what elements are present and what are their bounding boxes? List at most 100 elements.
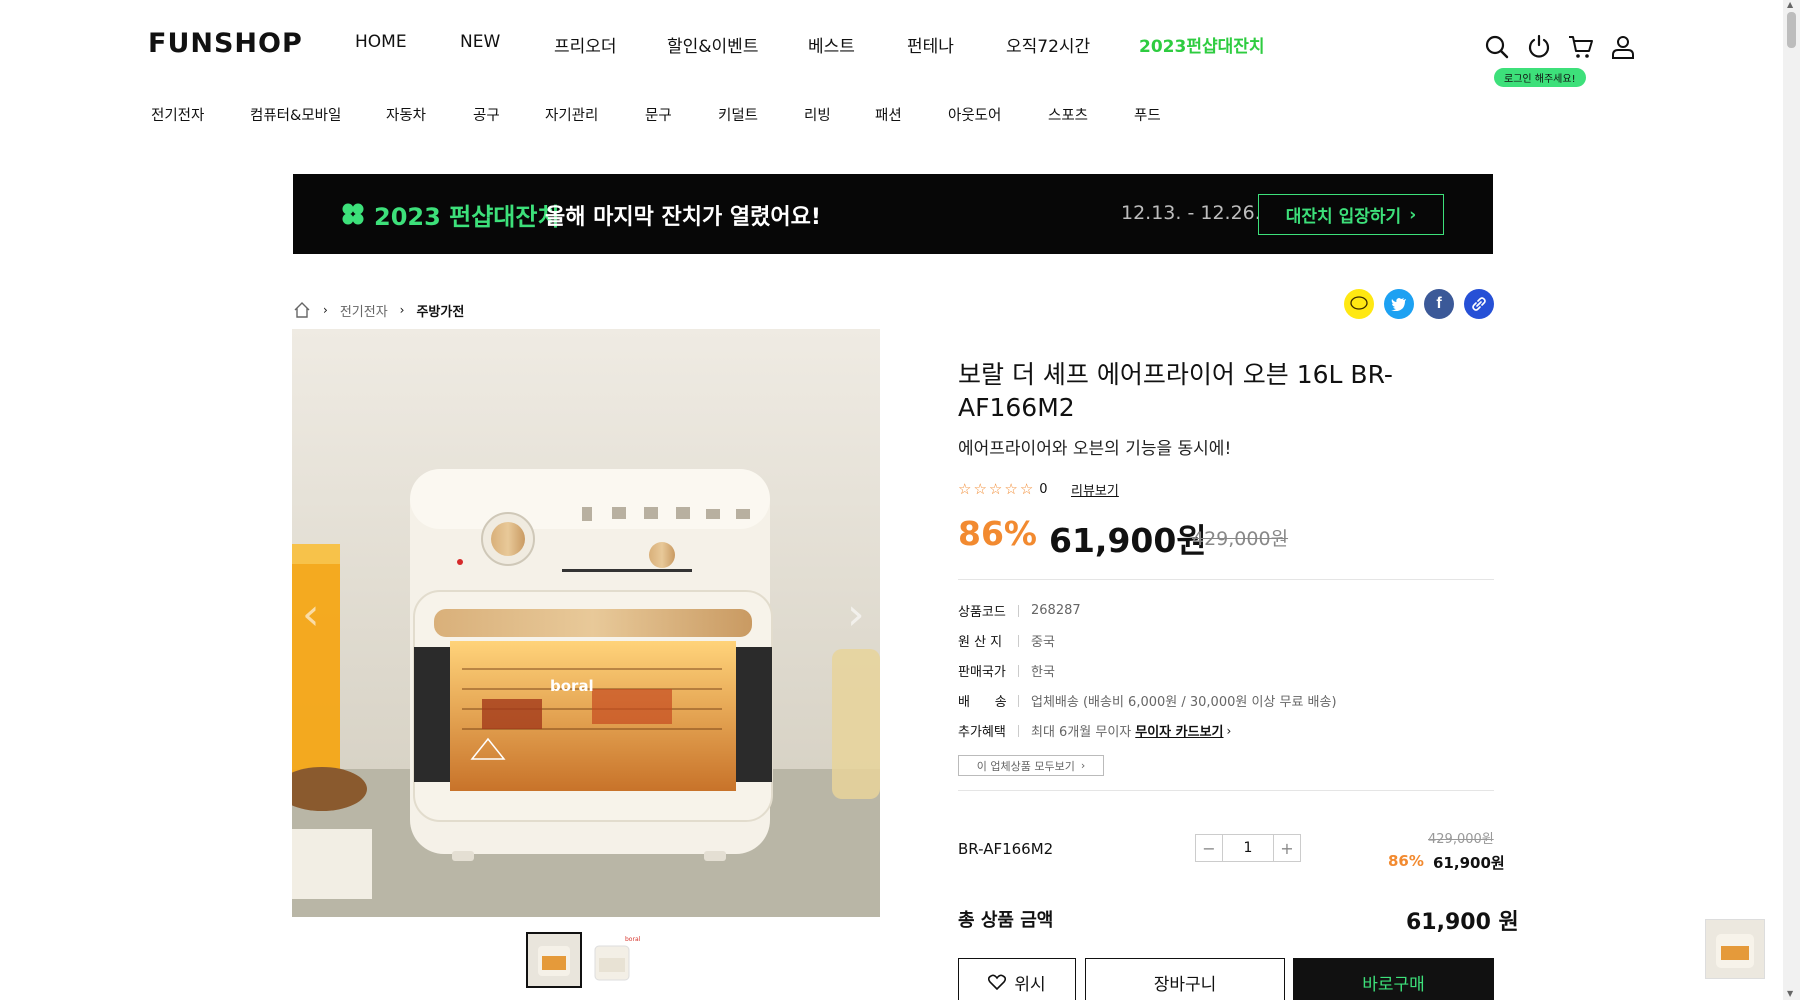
- category-nav: 전기전자 컴퓨터&모바일 자동차 공구 자기관리 문구 키덜트 리빙 패션 아웃…: [0, 104, 1300, 128]
- rating-count: 0: [1039, 481, 1048, 497]
- spec-row: 판매국가 한국: [958, 661, 1055, 680]
- thumbnail-brand-mark: boral: [625, 936, 641, 943]
- star-icon: ☆: [973, 480, 987, 498]
- option-price: 61,900원: [1433, 854, 1505, 872]
- cart-icon[interactable]: [1568, 34, 1594, 60]
- spec-key: 상품코드: [958, 605, 1006, 620]
- page-scrollbar[interactable]: ▲ ▼: [1783, 0, 1800, 1000]
- star-icon: ☆: [988, 480, 1003, 498]
- festival-banner[interactable]: 2023 펀샵대잔치 올해 마지막 잔치가 열렸어요! 12.13. - 12.…: [293, 174, 1493, 254]
- search-icon[interactable]: [1484, 34, 1510, 60]
- product-thumbnail[interactable]: boral: [585, 932, 641, 988]
- vendor-button-label: 이 업체상품 모두보기: [976, 759, 1075, 773]
- spec-value: 한국: [1031, 665, 1055, 680]
- heart-icon: [988, 974, 1007, 990]
- wish-button[interactable]: 위시: [958, 958, 1076, 1000]
- plus-button[interactable]: +: [1274, 835, 1300, 861]
- scroll-up-icon[interactable]: ▲: [1787, 0, 1793, 9]
- nav-home[interactable]: HOME: [355, 32, 407, 52]
- spec-row: 상품코드 268287: [958, 601, 1081, 620]
- review-link[interactable]: 리뷰보기: [1071, 480, 1119, 499]
- total-value: 61,900 원: [1406, 910, 1519, 935]
- scroll-thumb[interactable]: [1787, 12, 1796, 48]
- chevron-right-icon: ›: [1226, 723, 1232, 738]
- spec-key: 원 산 지: [958, 635, 1003, 650]
- product-main-image[interactable]: boral ‹ ›: [292, 329, 880, 917]
- product-thumbnail[interactable]: [526, 932, 582, 988]
- spec-row: 원 산 지 중국: [958, 631, 1055, 650]
- kakao-share-button[interactable]: [1344, 289, 1374, 319]
- nav-festival[interactable]: 2023펀샵대잔치: [1139, 32, 1265, 57]
- spec-row: 배 송 업체배송 (배송비 6,000원 / 30,000원 이상 무료 배송): [958, 691, 1337, 710]
- recent-item-image: [1706, 920, 1764, 978]
- category-item[interactable]: 자동차: [386, 104, 426, 125]
- brand-mark: boral: [550, 677, 594, 695]
- power-icon[interactable]: [1526, 34, 1552, 60]
- facebook-share-button[interactable]: f: [1424, 289, 1454, 319]
- next-arrow-icon[interactable]: ›: [847, 589, 865, 640]
- product-description: 에어프라이어와 오븐의 기능을 동시에!: [958, 439, 1232, 459]
- category-item[interactable]: 스포츠: [1048, 104, 1088, 125]
- nav-only72[interactable]: 오직72시간: [1006, 32, 1090, 57]
- twitter-share-button[interactable]: [1384, 289, 1414, 319]
- category-item[interactable]: 문구: [645, 104, 672, 125]
- category-item[interactable]: 자기관리: [545, 104, 598, 125]
- star-icon: ☆: [1019, 480, 1034, 498]
- category-item[interactable]: 전기전자: [151, 104, 204, 125]
- buy-label: 바로구매: [1362, 974, 1425, 995]
- spec-key: 판매국가: [958, 665, 1006, 680]
- spec-value: 중국: [1031, 635, 1055, 650]
- category-item[interactable]: 컴퓨터&모바일: [250, 104, 341, 125]
- nav-new[interactable]: NEW: [460, 32, 500, 52]
- user-icon[interactable]: [1610, 34, 1636, 60]
- add-to-cart-button[interactable]: 장바구니: [1085, 958, 1285, 1000]
- air-fryer-oven-image: boral ‹ ›: [292, 329, 880, 917]
- breadcrumb-level1[interactable]: 전기전자: [340, 301, 388, 320]
- clover-icon: [342, 203, 364, 225]
- home-icon[interactable]: [293, 301, 311, 319]
- category-item[interactable]: 패션: [875, 104, 902, 125]
- vendor-products-button[interactable]: 이 업체상품 모두보기 ›: [958, 755, 1104, 776]
- link-icon: [1472, 297, 1486, 311]
- category-item[interactable]: 아웃도어: [948, 104, 1001, 125]
- cart-label: 장바구니: [1153, 974, 1217, 995]
- category-item[interactable]: 공구: [473, 104, 500, 125]
- spec-value: 업체배송 (배송비 6,000원 / 30,000원 이상 무료 배송): [1031, 695, 1337, 710]
- banner-enter-button[interactable]: 대잔치 입장하기 ›: [1258, 194, 1444, 235]
- prev-arrow-icon[interactable]: ‹: [302, 589, 320, 640]
- option-discount: 86%: [1388, 852, 1424, 870]
- facebook-icon: f: [1436, 295, 1442, 312]
- quantity-input[interactable]: 1: [1222, 835, 1274, 861]
- spec-value: 최대 6개월 무이자: [1031, 725, 1132, 740]
- star-icon: ☆: [1004, 480, 1018, 498]
- buy-now-button[interactable]: 바로구매: [1293, 958, 1494, 1000]
- spec-key: 추가혜택: [958, 725, 1006, 740]
- original-price: 429,000원: [1192, 528, 1289, 550]
- nav-sale-event[interactable]: 할인&이벤트: [667, 32, 758, 57]
- nav-preorder[interactable]: 프리오더: [554, 32, 617, 57]
- sale-price: 61,900원: [1049, 521, 1207, 560]
- product-title: 보랄 더 셰프 에어프라이어 오븐 16L BR-AF166M2: [958, 360, 1393, 422]
- divider: [958, 790, 1494, 791]
- discount-rate: 86%: [958, 514, 1037, 553]
- category-item[interactable]: 키덜트: [718, 104, 758, 125]
- breadcrumb: › 전기전자 › 주방가전: [293, 300, 464, 320]
- minus-button[interactable]: −: [1196, 835, 1222, 861]
- nav-best[interactable]: 베스트: [808, 32, 855, 57]
- wish-label: 위시: [1014, 974, 1046, 995]
- breadcrumb-level2[interactable]: 주방가전: [416, 301, 464, 320]
- spec-key: 배 송: [958, 695, 1007, 710]
- category-item[interactable]: 리빙: [804, 104, 831, 125]
- category-item[interactable]: 푸드: [1134, 104, 1161, 125]
- interest-free-card-link[interactable]: 무이자 카드보기: [1135, 721, 1223, 740]
- header-icons: [1480, 34, 1640, 64]
- copy-link-button[interactable]: [1464, 289, 1494, 319]
- banner-title: 2023 펀샵대잔치: [374, 203, 560, 231]
- rating-stars: ☆ ☆ ☆ ☆ ☆ 0: [958, 480, 1048, 498]
- nav-funtenna[interactable]: 펀테나: [907, 32, 954, 57]
- total-label: 총 상품 금액: [958, 910, 1054, 931]
- scroll-down-icon[interactable]: ▼: [1787, 989, 1793, 998]
- login-tooltip[interactable]: 로그인 해주세요!: [1494, 68, 1586, 87]
- recent-item-thumbnail[interactable]: [1705, 919, 1765, 979]
- option-name: BR-AF166M2: [958, 840, 1054, 858]
